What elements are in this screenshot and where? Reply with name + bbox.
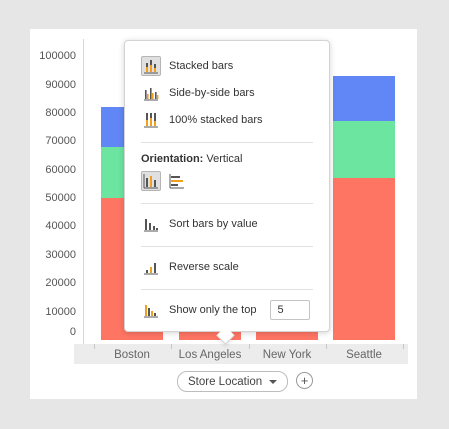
divider [141, 142, 313, 143]
menu-item-show-top-label: Show only the top [169, 304, 257, 316]
reverse-scale-icon [141, 257, 161, 277]
x-axis-band[interactable]: Boston Los Angeles New York Seattle [74, 344, 408, 364]
stacked-bars-icon [141, 56, 161, 76]
bar-segment[interactable] [333, 121, 395, 179]
x-category-label[interactable]: New York [247, 349, 327, 361]
divider [141, 289, 313, 290]
divider [141, 246, 313, 247]
vertical-orientation-button[interactable] [141, 171, 161, 191]
menu-item-reverse-label: Reverse scale [169, 261, 239, 273]
top-n-bars-icon [141, 300, 161, 320]
bar-segment[interactable] [333, 178, 395, 340]
orientation-label: Orientation: Vertical [141, 153, 243, 165]
menu-item-stacked-bars-label: Stacked bars [169, 60, 234, 72]
menu-item-show-top[interactable]: Show only the top [141, 300, 311, 320]
percent-stacked-bars-icon [141, 110, 161, 130]
menu-item-side-by-side-bars[interactable]: Side-by-side bars [141, 83, 255, 103]
chevron-down-icon [269, 379, 278, 384]
divider [141, 203, 313, 204]
x-category-label[interactable]: Seattle [324, 349, 404, 361]
vertical-bars-icon [143, 174, 158, 189]
top-count-input[interactable] [270, 300, 311, 320]
bar-chart-options-popover: Stacked bars Side-by-side bars 100% stac… [124, 40, 330, 332]
orientation-toggle-group [141, 171, 187, 191]
menu-item-100-percent-stacked[interactable]: 100% stacked bars [141, 110, 263, 130]
bar-segment[interactable] [333, 76, 395, 122]
side-by-side-bars-icon [141, 83, 161, 103]
menu-item-side-by-side-label: Side-by-side bars [169, 87, 255, 99]
horizontal-orientation-button[interactable] [167, 171, 187, 191]
x-axis-column-selector[interactable]: Store Location [177, 371, 289, 392]
menu-item-100-percent-label: 100% stacked bars [169, 114, 263, 126]
x-axis-selector-label: Store Location [188, 375, 263, 388]
menu-item-stacked-bars[interactable]: Stacked bars [141, 56, 233, 76]
menu-item-sort-label: Sort bars by value [169, 218, 258, 230]
x-category-label[interactable]: Boston [92, 349, 172, 361]
sort-bars-icon [141, 214, 161, 234]
x-category-label[interactable]: Los Angeles [170, 349, 250, 361]
add-axis-button[interactable]: + [296, 372, 313, 389]
horizontal-bars-icon [169, 174, 184, 189]
menu-item-sort-bars[interactable]: Sort bars by value [141, 214, 258, 234]
menu-item-reverse-scale[interactable]: Reverse scale [141, 257, 239, 277]
